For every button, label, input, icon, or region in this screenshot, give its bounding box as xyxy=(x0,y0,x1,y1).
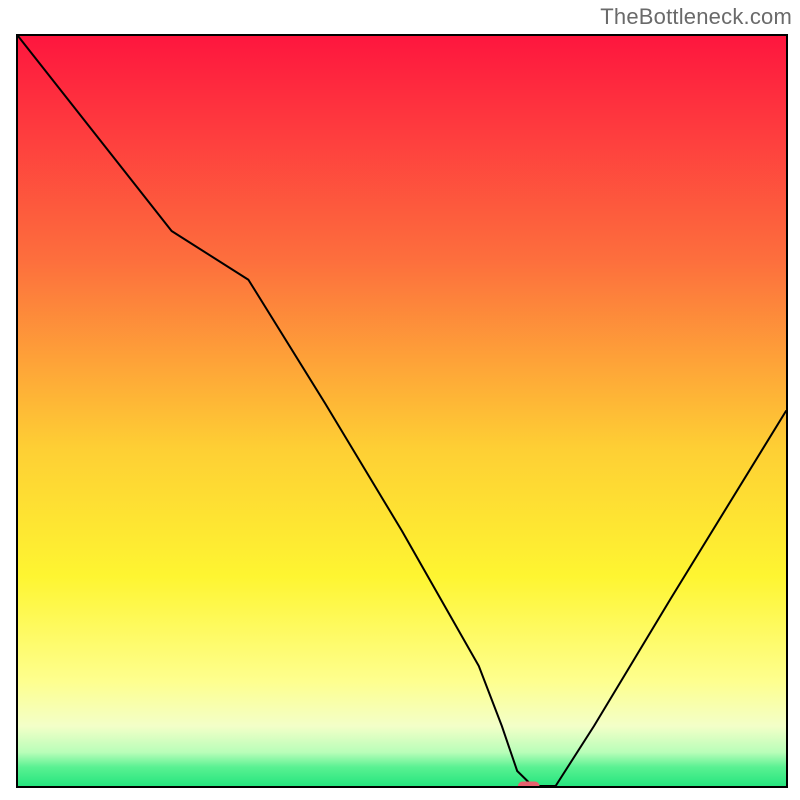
plot-area xyxy=(16,34,788,788)
gradient-background xyxy=(18,36,786,786)
chart-container: TheBottleneck.com xyxy=(0,0,800,800)
chart-svg xyxy=(18,36,786,786)
highlight-marker xyxy=(518,782,540,787)
watermark-text: TheBottleneck.com xyxy=(600,4,792,30)
